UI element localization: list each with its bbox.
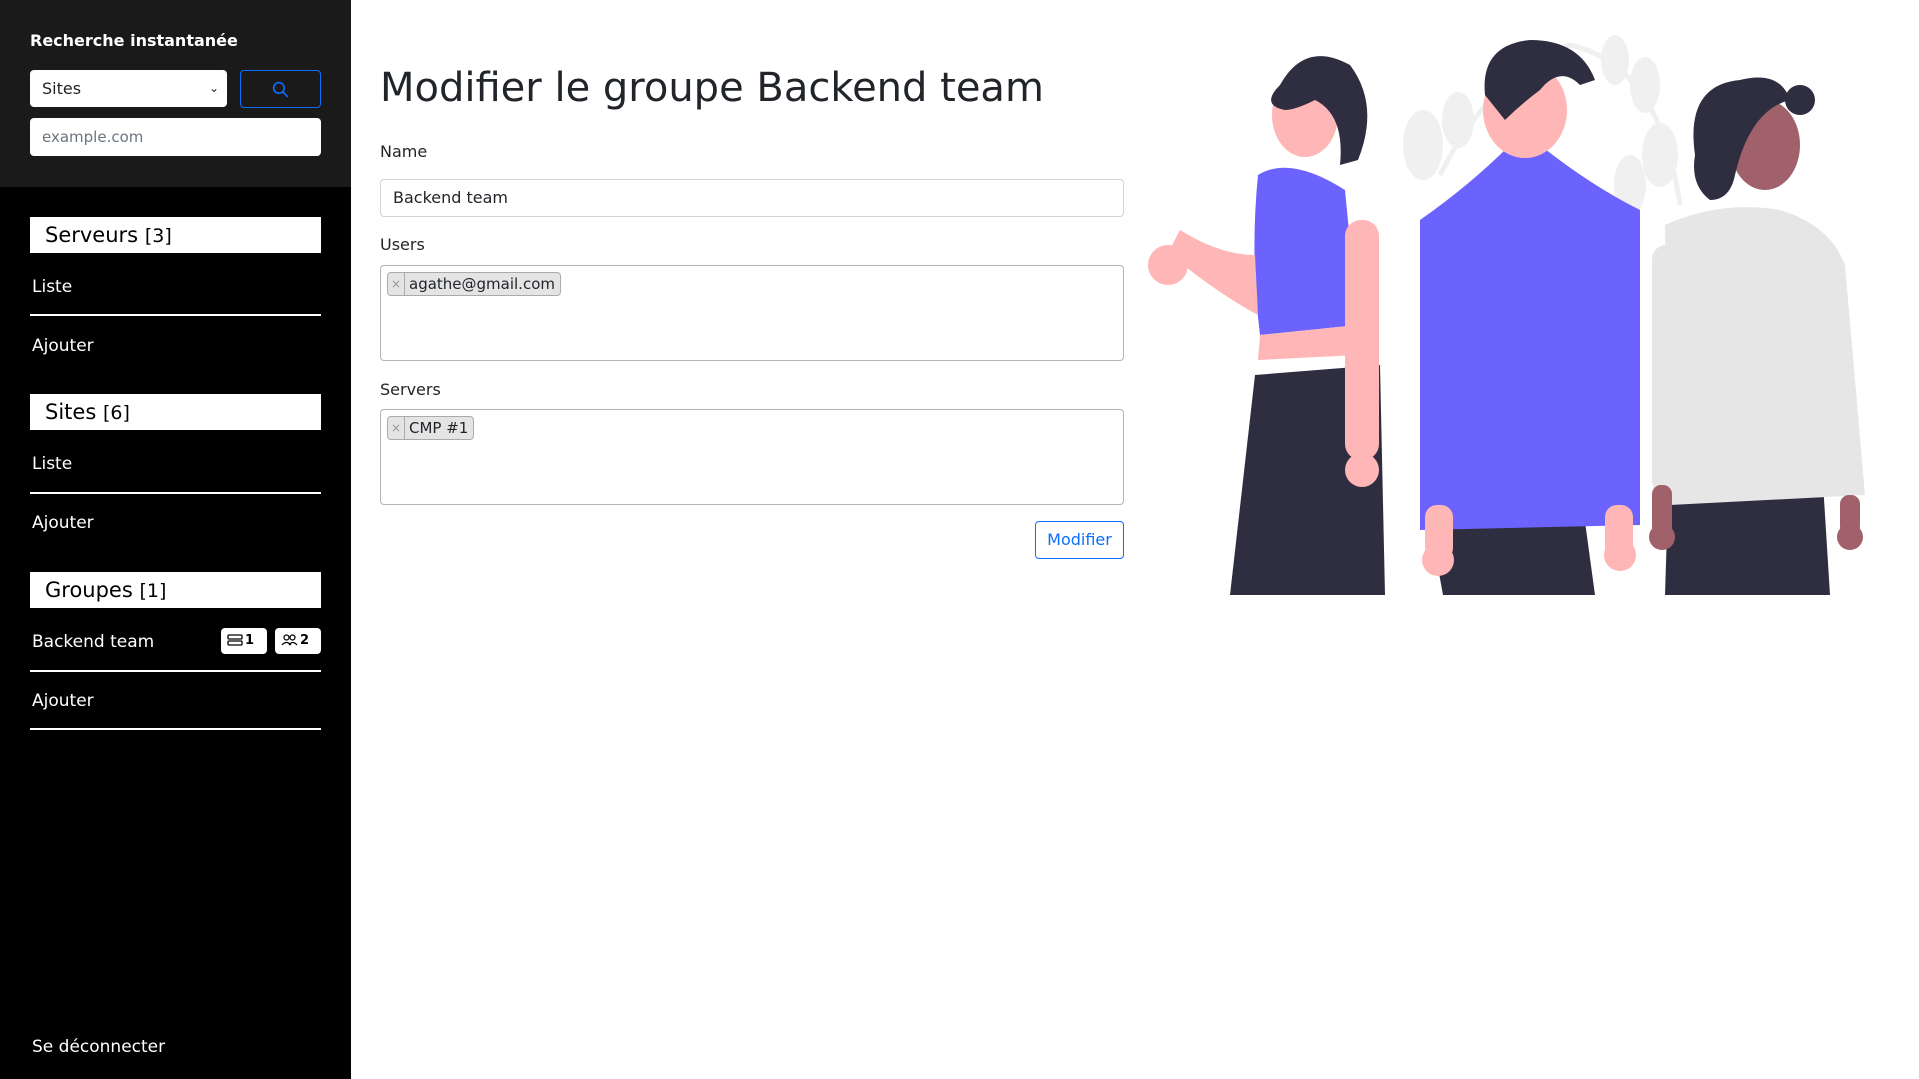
search-type-value: Sites bbox=[42, 79, 82, 98]
name-label: Name bbox=[380, 142, 428, 161]
sites-add-link[interactable]: Ajouter bbox=[32, 512, 321, 534]
group-servers-badge: 1 bbox=[221, 628, 267, 654]
search-title: Recherche instantanée bbox=[30, 31, 238, 50]
logout-link[interactable]: Se déconnecter bbox=[32, 1037, 165, 1057]
group-users-badge: 2 bbox=[275, 628, 321, 654]
servers-list-link[interactable]: Liste bbox=[32, 276, 321, 298]
groups-section-title: Groupes bbox=[45, 578, 133, 602]
nav-divider bbox=[30, 314, 321, 316]
sites-section-header: Sites [6] bbox=[30, 394, 321, 430]
nav-divider bbox=[30, 728, 321, 730]
nav-divider bbox=[30, 670, 321, 672]
team-illustration bbox=[1148, 35, 1865, 595]
tag-remove-icon[interactable]: × bbox=[388, 273, 405, 295]
sites-count: [6] bbox=[102, 402, 130, 424]
groups-count: [1] bbox=[139, 580, 167, 602]
groups-add-link[interactable]: Ajouter bbox=[32, 690, 321, 712]
submit-button[interactable]: Modifier bbox=[1035, 521, 1124, 559]
server-icon bbox=[227, 634, 243, 646]
search-icon bbox=[272, 81, 289, 98]
instant-search-panel: Recherche instantanée Sites ⌄ example.co… bbox=[0, 0, 351, 187]
server-tag: × CMP #1 bbox=[387, 416, 475, 440]
search-type-select[interactable]: Sites ⌄ bbox=[30, 70, 227, 107]
users-label: Users bbox=[380, 235, 425, 254]
nav-divider bbox=[30, 492, 321, 494]
group-servers-count: 1 bbox=[245, 633, 255, 648]
search-button[interactable] bbox=[240, 70, 321, 108]
servers-count: [3] bbox=[144, 225, 172, 247]
search-input[interactable]: example.com bbox=[30, 118, 321, 156]
sites-section-title: Sites bbox=[45, 400, 97, 424]
user-tag-label: agathe@gmail.com bbox=[409, 275, 555, 293]
user-tag: × agathe@gmail.com bbox=[387, 272, 561, 296]
woman-right-figure bbox=[1649, 77, 1865, 595]
name-input[interactable]: Backend team bbox=[380, 179, 1124, 217]
sidebar: Recherche instantanée Sites ⌄ example.co… bbox=[0, 0, 351, 1079]
servers-add-link[interactable]: Ajouter bbox=[32, 335, 321, 357]
group-users-count: 2 bbox=[300, 633, 310, 648]
woman-left-figure bbox=[1148, 56, 1385, 595]
servers-section-title: Serveurs bbox=[45, 223, 139, 247]
users-icon bbox=[281, 634, 298, 646]
groups-section-header: Groupes [1] bbox=[30, 572, 321, 608]
server-tag-label: CMP #1 bbox=[409, 419, 469, 437]
sites-list-link[interactable]: Liste bbox=[32, 453, 321, 475]
servers-section-header: Serveurs [3] bbox=[30, 217, 321, 253]
tag-remove-icon[interactable]: × bbox=[388, 417, 405, 439]
servers-label: Servers bbox=[380, 380, 441, 399]
servers-multiselect[interactable]: × CMP #1 bbox=[380, 409, 1124, 505]
users-multiselect[interactable]: × agathe@gmail.com bbox=[380, 265, 1124, 361]
page-title: Modifier le groupe Backend team bbox=[380, 65, 1044, 111]
chevron-down-icon: ⌄ bbox=[208, 81, 219, 95]
